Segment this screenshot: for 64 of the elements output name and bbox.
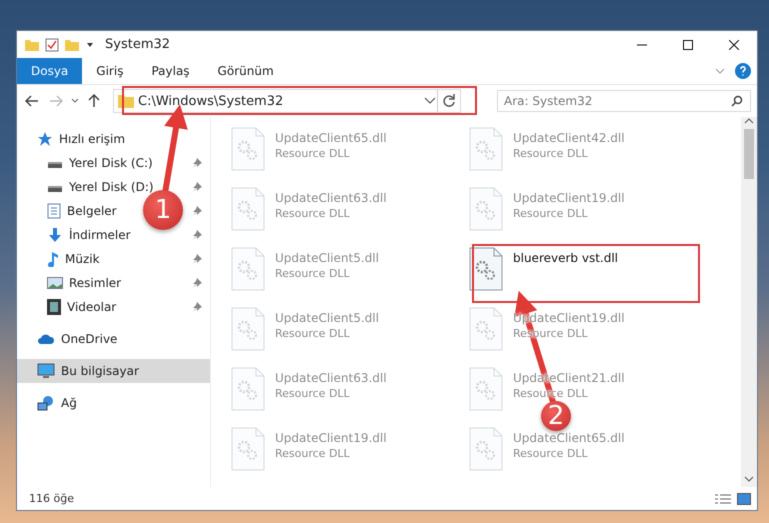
- nav-item[interactable]: Bu bilgisayar: [17, 359, 210, 383]
- dropdown-icon[interactable]: [71, 98, 79, 104]
- search-field[interactable]: Ara: System32: [497, 90, 751, 112]
- item-count: 116 öğe: [29, 492, 74, 505]
- dll-file-icon: [469, 187, 503, 231]
- picture-icon: [47, 276, 63, 290]
- dll-file-icon: [469, 307, 503, 351]
- dll-file-icon: [231, 427, 265, 471]
- dll-file-icon: [231, 247, 265, 291]
- star-icon: [37, 131, 53, 147]
- file-type: Resource DLL: [513, 147, 589, 160]
- search-icon: [731, 95, 743, 107]
- ribbon-tab[interactable]: Görünüm: [204, 58, 288, 84]
- window-title: System32: [105, 37, 170, 52]
- nav-item[interactable]: Ağ: [17, 391, 210, 415]
- dropdown-icon[interactable]: [423, 96, 437, 106]
- details-view-icon[interactable]: [715, 492, 731, 504]
- film-icon: [47, 299, 61, 315]
- dll-file-icon: [231, 127, 265, 171]
- ribbon-tab[interactable]: Dosya: [17, 58, 82, 84]
- nav-item[interactable]: Resimler: [69, 276, 122, 290]
- dll-file-icon: [231, 187, 265, 231]
- scroll-down-icon[interactable]: [744, 475, 754, 483]
- file-type: Resource DLL: [275, 387, 351, 400]
- dll-file-icon: [231, 307, 265, 351]
- scroll-thumb[interactable]: [744, 129, 754, 179]
- dll-file-icon: [469, 127, 503, 171]
- dll-file-icon: [231, 367, 265, 411]
- file-type: Resource DLL: [275, 327, 351, 340]
- network-icon: [37, 395, 55, 411]
- ribbon-tab[interactable]: Paylaş: [137, 58, 204, 84]
- ribbon-tab[interactable]: Giriş: [82, 58, 138, 84]
- address-field[interactable]: C:\Windows\System32: [113, 89, 461, 113]
- dll-file-icon: [469, 427, 503, 471]
- close-icon: [729, 40, 739, 50]
- file-type: Resource DLL: [275, 447, 351, 460]
- nav-item[interactable]: Videolar: [67, 300, 116, 314]
- folder-icon: [25, 38, 39, 52]
- nav-item[interactable]: Belgeler: [67, 204, 117, 218]
- file-type: Resource DLL: [513, 447, 589, 460]
- help-icon[interactable]: [735, 63, 751, 79]
- dll-file-icon: [469, 247, 503, 291]
- nav-item[interactable]: İndirmeler: [69, 228, 131, 242]
- nav-item[interactable]: Hızlı erişim: [17, 127, 210, 151]
- scrollbar[interactable]: [741, 117, 757, 487]
- nav-item[interactable]: Yerel Disk (C:): [69, 156, 153, 170]
- nav-item[interactable]: Müzik: [65, 252, 100, 266]
- properties-icon[interactable]: [45, 38, 59, 52]
- file-type: Resource DLL: [275, 267, 351, 280]
- file-type: Resource DLL: [275, 207, 351, 220]
- music-note-icon: [47, 251, 59, 267]
- down-arrow-icon: [47, 227, 63, 243]
- cloud-icon: [37, 333, 55, 345]
- scroll-up-icon[interactable]: [744, 117, 754, 125]
- monitor-icon: [37, 363, 55, 379]
- document-icon: [47, 203, 61, 219]
- dll-file-icon: [469, 367, 503, 411]
- maximize-icon: [683, 40, 693, 50]
- chevron-icon[interactable]: [715, 67, 725, 75]
- nav-item[interactable]: OneDrive: [17, 327, 210, 351]
- large-icons-view-icon[interactable]: [737, 492, 751, 504]
- file-name[interactable]: bluereverb vst.dll: [513, 251, 618, 265]
- file-type: Resource DLL: [275, 147, 351, 160]
- file-type: Resource DLL: [513, 207, 589, 220]
